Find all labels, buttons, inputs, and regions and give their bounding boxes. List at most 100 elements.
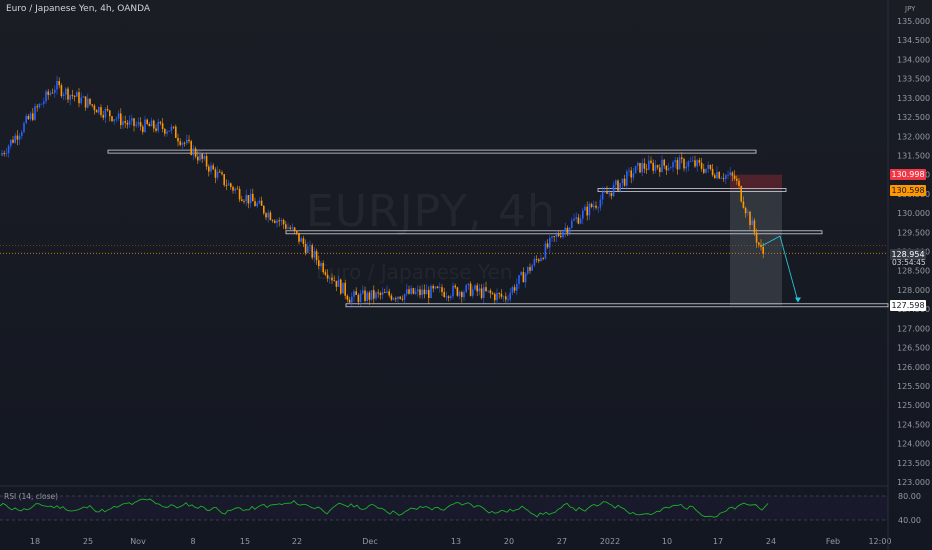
- candle-body: [747, 211, 749, 214]
- candle-body: [60, 85, 63, 96]
- candle-body: [683, 158, 685, 169]
- candle-body: [304, 243, 307, 253]
- candle-body: [142, 126, 144, 132]
- candle-body: [491, 293, 494, 295]
- candle-body: [403, 293, 406, 300]
- candle-body: [98, 107, 100, 113]
- candle-body: [661, 159, 663, 173]
- candle-body: [452, 285, 454, 297]
- x-tick-label: 27: [557, 537, 567, 546]
- candle-body: [225, 185, 228, 186]
- candle-body: [571, 220, 573, 228]
- candle-body: [146, 119, 148, 124]
- candle-body: [368, 292, 371, 300]
- rsi-tick-label: 80.00: [898, 492, 921, 501]
- candle-body: [447, 296, 450, 298]
- candle-body: [122, 121, 124, 126]
- candle-body: [557, 234, 560, 236]
- candle-body: [681, 157, 683, 159]
- candle-body: [626, 171, 628, 186]
- candle-body: [278, 220, 280, 222]
- chart-title: Euro / Japanese Yen, 4h, OANDA: [6, 4, 151, 14]
- candle-body: [487, 290, 489, 292]
- candle-body: [331, 277, 333, 281]
- candle-body: [109, 110, 111, 117]
- candle-body: [238, 188, 241, 200]
- candle-body: [672, 162, 674, 168]
- candle-body: [326, 274, 329, 279]
- candle-body: [628, 170, 630, 172]
- candle-body: [540, 258, 542, 262]
- candle-body: [36, 106, 38, 108]
- candle-body: [742, 201, 745, 208]
- candle-body: [135, 124, 137, 126]
- candle-body: [194, 148, 197, 157]
- candle-body: [126, 122, 129, 125]
- x-tick-label: 8: [190, 537, 195, 546]
- candle-body: [744, 207, 747, 214]
- stop-loss-zone[interactable]: [730, 174, 782, 191]
- candle-body: [265, 213, 267, 218]
- candle-body: [366, 292, 368, 302]
- resistance-line-high[interactable]: [107, 149, 757, 154]
- candle-body: [291, 227, 294, 229]
- candle-body: [199, 154, 201, 161]
- chart-area[interactable]: EURJPY, 4h Euro / Japanese Yen 135.000 13…: [0, 0, 932, 550]
- candle-body: [234, 188, 236, 191]
- candle-body: [685, 166, 687, 169]
- candle-body: [29, 113, 32, 120]
- candle-body: [575, 217, 577, 219]
- y-tick-label: 125.000: [897, 401, 930, 410]
- x-tick-label: 13: [451, 537, 461, 546]
- take-profit-zone[interactable]: [730, 190, 782, 306]
- candle-body: [469, 283, 472, 296]
- candle-body: [335, 280, 338, 287]
- candle-body: [648, 160, 650, 170]
- candle-body: [518, 275, 520, 284]
- candle-body: [527, 267, 529, 274]
- candle-body: [659, 167, 661, 173]
- candle-body: [494, 293, 496, 301]
- candle-body: [287, 227, 289, 229]
- stop-price-label: 130.998: [890, 169, 926, 180]
- candle-body: [689, 161, 692, 162]
- candle-body: [485, 287, 487, 292]
- y-tick-label: 126.000: [897, 363, 930, 372]
- candle-body: [507, 299, 509, 301]
- candle-body: [285, 224, 287, 229]
- projection-arrowhead: [795, 297, 801, 303]
- candle-body: [181, 142, 184, 145]
- candle-body: [87, 98, 89, 108]
- candle-body: [324, 272, 327, 275]
- candle-body: [16, 135, 19, 140]
- candle-body: [465, 285, 467, 293]
- candle-body: [73, 95, 76, 97]
- candle-body: [584, 206, 586, 211]
- candle-body: [621, 178, 624, 184]
- candle-body: [731, 172, 734, 176]
- candle-body: [641, 163, 643, 173]
- candle-body: [496, 293, 498, 301]
- target-support-line[interactable]: [345, 303, 889, 308]
- y-tick-label: 133.000: [897, 94, 930, 103]
- candle-body: [722, 178, 725, 179]
- candle-body: [212, 165, 214, 170]
- candle-body: [183, 142, 186, 144]
- y-tick-label: 135.000: [897, 17, 930, 26]
- candle-body: [208, 166, 210, 172]
- candle-body: [762, 246, 764, 254]
- candle-body: [139, 122, 142, 127]
- candle-body: [711, 168, 714, 176]
- candle-body: [533, 259, 536, 266]
- candle-body: [117, 113, 120, 119]
- candle-body: [293, 227, 296, 231]
- price-chart-svg[interactable]: 135.000 134.500 134.000 133.500 133.000 132.5…: [0, 0, 932, 550]
- candle-body: [593, 205, 595, 208]
- candle-body: [62, 94, 65, 96]
- candle-body: [582, 210, 584, 219]
- candle-body: [538, 259, 540, 262]
- entry-price-label: 130.598: [890, 185, 926, 196]
- candle-body: [551, 236, 553, 238]
- candle-body: [21, 132, 23, 136]
- candle-body: [172, 126, 175, 128]
